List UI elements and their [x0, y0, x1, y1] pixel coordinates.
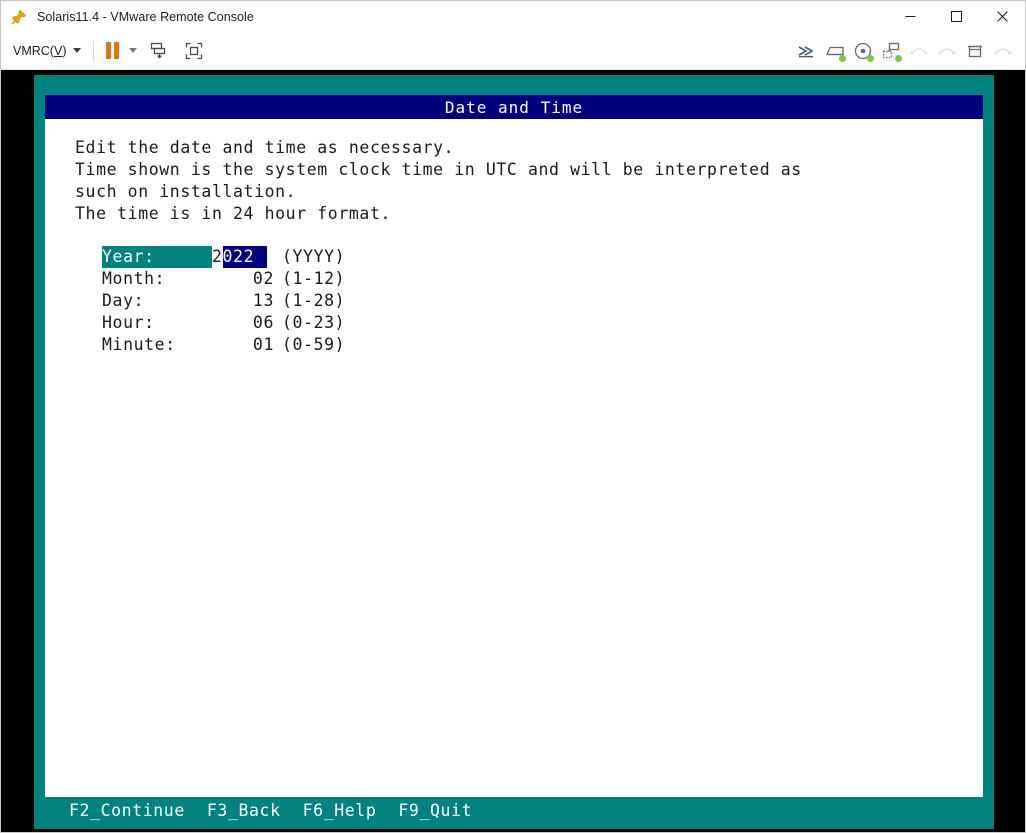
network-adapter-icon[interactable] — [877, 37, 905, 65]
date-time-form: Year: 2 022 (YYYY) Month: 02 (1-12) Day:… — [102, 246, 345, 356]
fast-forward-icon[interactable] — [793, 37, 821, 65]
window-titlebar: Solaris11.4 - VMware Remote Console — [1, 1, 1025, 32]
chevron-down-icon — [73, 48, 82, 53]
fkey-f2-continue[interactable]: F2_Continue — [69, 801, 185, 820]
field-value-hour[interactable]: 06 — [212, 312, 274, 334]
cd-dvd-drive-icon[interactable] — [849, 37, 877, 65]
vmrc-menu-label-mnemonic: V — [53, 43, 63, 58]
fullscreen-button[interactable] — [179, 36, 209, 66]
vmrc-toolbar: VMRC(V) — [1, 32, 1025, 70]
fkey-f9-quit[interactable]: F9_Quit — [398, 801, 472, 820]
fkey-f6-help[interactable]: F6_Help — [303, 801, 377, 820]
field-value-year-prefix: 2 — [212, 247, 223, 266]
instructions-text: Edit the date and time as necessary. Tim… — [75, 138, 802, 223]
field-label-year: Year: — [102, 246, 212, 268]
device-connected-indicator — [839, 55, 846, 62]
form-row-hour[interactable]: Hour: 06 (0-23) — [102, 312, 345, 334]
function-key-bar: F2_Continue F3_Back F6_Help F9_Quit — [45, 797, 983, 823]
vmrc-application-window: Solaris11.4 - VMware Remote Console VMRC… — [0, 0, 1026, 833]
pause-button[interactable] — [106, 42, 120, 59]
maximize-button[interactable] — [933, 1, 979, 32]
vmrc-menu-button[interactable]: VMRC(V) — [13, 43, 82, 58]
date-and-time-dialog: Date and Time Edit the date and time as … — [45, 95, 983, 797]
vmrc-menu-label-suffix: ) — [62, 43, 67, 58]
vmrc-menu-label-prefix: VMRC( — [13, 43, 54, 58]
more-devices-icon — [989, 37, 1017, 65]
form-row-day[interactable]: Day: 13 (1-28) — [102, 290, 345, 312]
form-row-minute[interactable]: Minute: 01 (0-59) — [102, 334, 345, 356]
window-title: Solaris11.4 - VMware Remote Console — [37, 9, 254, 24]
printer-icon[interactable] — [961, 37, 989, 65]
vmrc-pushpin-icon — [11, 9, 27, 25]
fkey-f3-back[interactable]: F3_Back — [207, 801, 281, 820]
field-label-month: Month: — [102, 269, 166, 288]
pause-icon — [106, 42, 112, 59]
field-hint-hour: (0-23) — [282, 313, 346, 332]
window-controls — [887, 1, 1025, 32]
field-hint-year: (YYYY) — [282, 247, 346, 266]
pause-icon-bar2 — [114, 42, 120, 59]
field-value-year-selection: 022 — [222, 246, 268, 268]
send-ctrl-alt-del-button[interactable] — [143, 36, 173, 66]
field-label-day: Day: — [102, 291, 145, 310]
device-connected-indicator — [867, 55, 874, 62]
field-label-hour: Hour: — [102, 313, 155, 332]
device-connected-indicator — [895, 55, 902, 62]
close-button[interactable] — [979, 1, 1025, 32]
field-value-day[interactable]: 13 — [212, 290, 274, 312]
field-label-minute: Minute: — [102, 335, 176, 354]
form-row-year[interactable]: Year: 2 022 (YYYY) — [102, 246, 345, 268]
field-value-month[interactable]: 02 — [212, 268, 274, 290]
field-hint-minute: (0-59) — [282, 335, 346, 354]
field-hint-day: (1-28) — [282, 291, 346, 310]
power-dropdown-chevron-down-icon[interactable] — [129, 48, 138, 53]
dialog-body: Edit the date and time as necessary. Tim… — [45, 119, 983, 797]
field-value-year[interactable]: 2 022 — [212, 246, 274, 268]
usb-device-2-icon — [933, 37, 961, 65]
field-hint-month: (1-12) — [282, 269, 346, 288]
dialog-title: Date and Time — [45, 95, 983, 119]
floppy-drive-icon[interactable] — [821, 37, 849, 65]
minimize-button[interactable] — [887, 1, 933, 32]
field-value-minute[interactable]: 01 — [212, 334, 274, 356]
toolbar-device-icons — [793, 32, 1017, 70]
solaris-installer-frame: Date and Time Edit the date and time as … — [34, 75, 994, 829]
form-row-month[interactable]: Month: 02 (1-12) — [102, 268, 345, 290]
vm-console-screen[interactable]: Date and Time Edit the date and time as … — [1, 70, 1025, 832]
toolbar-divider — [93, 40, 95, 61]
usb-device-icon — [905, 37, 933, 65]
